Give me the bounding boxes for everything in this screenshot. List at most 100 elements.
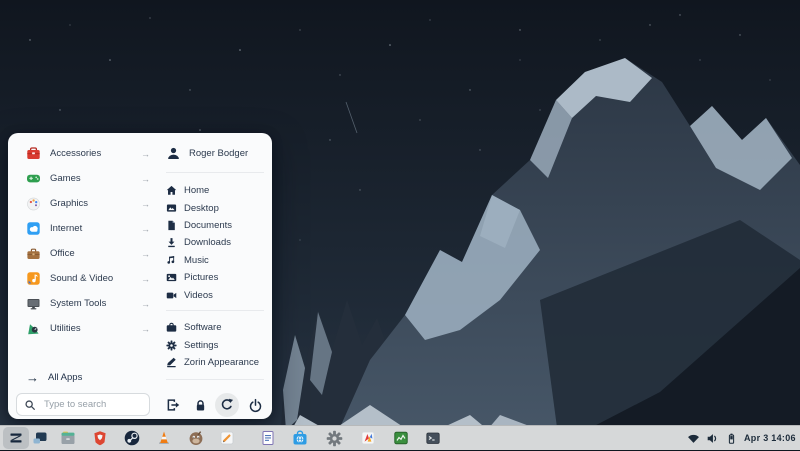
category-label: Utilities xyxy=(50,323,81,334)
power-icon xyxy=(248,398,263,413)
utilities-icon xyxy=(26,321,41,336)
wifi-icon xyxy=(686,431,700,445)
software-bag-icon xyxy=(166,322,177,333)
taskbar-terminal[interactable] xyxy=(424,429,442,447)
category-games[interactable]: Games → xyxy=(16,166,158,191)
restart-button[interactable] xyxy=(215,393,239,417)
toolbox-icon xyxy=(26,146,41,161)
category-label: Internet xyxy=(50,223,82,234)
all-apps-button[interactable]: → All Apps xyxy=(16,365,158,390)
category-system-tools[interactable]: System Tools → xyxy=(16,291,158,316)
category-internet[interactable]: Internet → xyxy=(16,216,158,241)
power-off-button[interactable] xyxy=(243,393,267,417)
settings-item[interactable]: Settings xyxy=(166,336,270,353)
zorin-appearance-item[interactable]: Zorin Appearance xyxy=(166,354,270,371)
arrow-right-icon: → xyxy=(141,224,150,234)
windows-icon xyxy=(31,429,49,447)
category-label: System Tools xyxy=(50,298,106,309)
taskbar-system-monitor[interactable] xyxy=(392,429,410,447)
appearance-brush-icon xyxy=(166,357,177,368)
lock-icon xyxy=(193,398,208,413)
tray-volume-button[interactable] xyxy=(705,431,720,446)
taskbar-software-store[interactable] xyxy=(291,429,309,447)
taskbar-clock[interactable]: Apr 3 14:06 xyxy=(744,426,796,450)
brave-lion-icon xyxy=(91,429,109,447)
search-icon xyxy=(24,399,36,411)
software-bag-icon xyxy=(291,429,309,447)
vlc-cone-icon xyxy=(155,429,173,447)
place-music[interactable]: Music xyxy=(166,252,270,269)
taskbar-gimp[interactable] xyxy=(187,429,205,447)
separator xyxy=(166,310,264,311)
tray-battery-button[interactable] xyxy=(724,431,739,446)
palette-icon xyxy=(26,196,41,211)
taskbar-vlc[interactable] xyxy=(155,429,173,447)
pencil-doc-icon xyxy=(218,429,236,447)
user-name: Roger Bodger xyxy=(189,148,248,159)
software-item[interactable]: Software xyxy=(166,319,270,336)
place-home[interactable]: Home xyxy=(166,182,270,199)
taskbar-media-app[interactable] xyxy=(359,429,377,447)
video-camera-icon xyxy=(166,290,177,301)
music-note-icon xyxy=(26,271,41,286)
battery-icon xyxy=(724,431,738,445)
logout-icon xyxy=(165,397,181,413)
place-downloads[interactable]: Downloads xyxy=(166,234,270,251)
category-office[interactable]: Office → xyxy=(16,241,158,266)
taskbar-brave-browser[interactable] xyxy=(91,429,109,447)
category-utilities[interactable]: Utilities → xyxy=(16,316,158,341)
gear-icon xyxy=(166,340,177,351)
taskbar-window-switcher[interactable] xyxy=(31,429,49,447)
lock-screen-button[interactable] xyxy=(188,393,212,417)
category-graphics[interactable]: Graphics → xyxy=(16,191,158,216)
arrow-right-icon: → xyxy=(141,174,150,184)
taskbar-text-editor[interactable] xyxy=(218,429,236,447)
arrow-right-icon: → xyxy=(141,274,150,284)
cloud-icon xyxy=(26,221,41,236)
category-label: Accessories xyxy=(50,148,101,159)
all-apps-label: All Apps xyxy=(48,372,82,383)
tray-network-button[interactable] xyxy=(686,431,701,446)
briefcase-icon xyxy=(26,246,41,261)
picture-icon xyxy=(166,272,177,283)
desktop-icon xyxy=(166,203,177,214)
monitor-icon xyxy=(26,296,41,311)
separator xyxy=(166,172,264,173)
arrow-right-icon: → xyxy=(141,299,150,309)
home-icon xyxy=(166,185,177,196)
place-videos[interactable]: Videos xyxy=(166,286,270,303)
category-accessories[interactable]: Accessories → xyxy=(16,141,158,166)
gear-icon xyxy=(326,430,343,447)
search-input[interactable] xyxy=(42,398,142,411)
category-label: Graphics xyxy=(50,198,88,209)
category-sound-video[interactable]: Sound & Video → xyxy=(16,266,158,291)
place-pictures[interactable]: Pictures xyxy=(166,269,270,286)
arrow-right-icon: → xyxy=(141,324,150,334)
taskbar-files[interactable] xyxy=(59,429,77,447)
logout-button[interactable] xyxy=(161,393,185,417)
taskbar-steam[interactable] xyxy=(123,429,141,447)
terminal-icon xyxy=(424,429,442,447)
place-desktop[interactable]: Desktop xyxy=(166,199,270,216)
category-label: Games xyxy=(50,173,81,184)
separator xyxy=(166,379,264,380)
file-cabinet-icon xyxy=(59,429,77,447)
arrow-right-icon: → xyxy=(141,149,150,159)
writer-doc-icon xyxy=(259,429,277,447)
user-account-button[interactable]: Roger Bodger xyxy=(166,141,270,166)
taskbar-settings[interactable] xyxy=(325,429,343,447)
document-icon xyxy=(166,220,177,231)
category-label: Sound & Video xyxy=(50,273,113,284)
place-documents[interactable]: Documents xyxy=(166,217,270,234)
restart-icon xyxy=(219,397,235,413)
gamepad-icon xyxy=(26,171,41,186)
taskbar-writer[interactable] xyxy=(259,429,277,447)
media-burst-icon xyxy=(359,429,377,447)
download-icon xyxy=(166,237,177,248)
taskbar-zorin-menu-button[interactable] xyxy=(3,427,29,449)
search-box[interactable] xyxy=(16,393,150,416)
monitor-graph-icon xyxy=(392,429,410,447)
zorin-app-menu: Accessories → Games → Graphics → Interne… xyxy=(8,133,272,419)
places-list: Home Desktop Documents Downloads Music xyxy=(166,182,270,304)
steam-icon xyxy=(123,429,141,447)
